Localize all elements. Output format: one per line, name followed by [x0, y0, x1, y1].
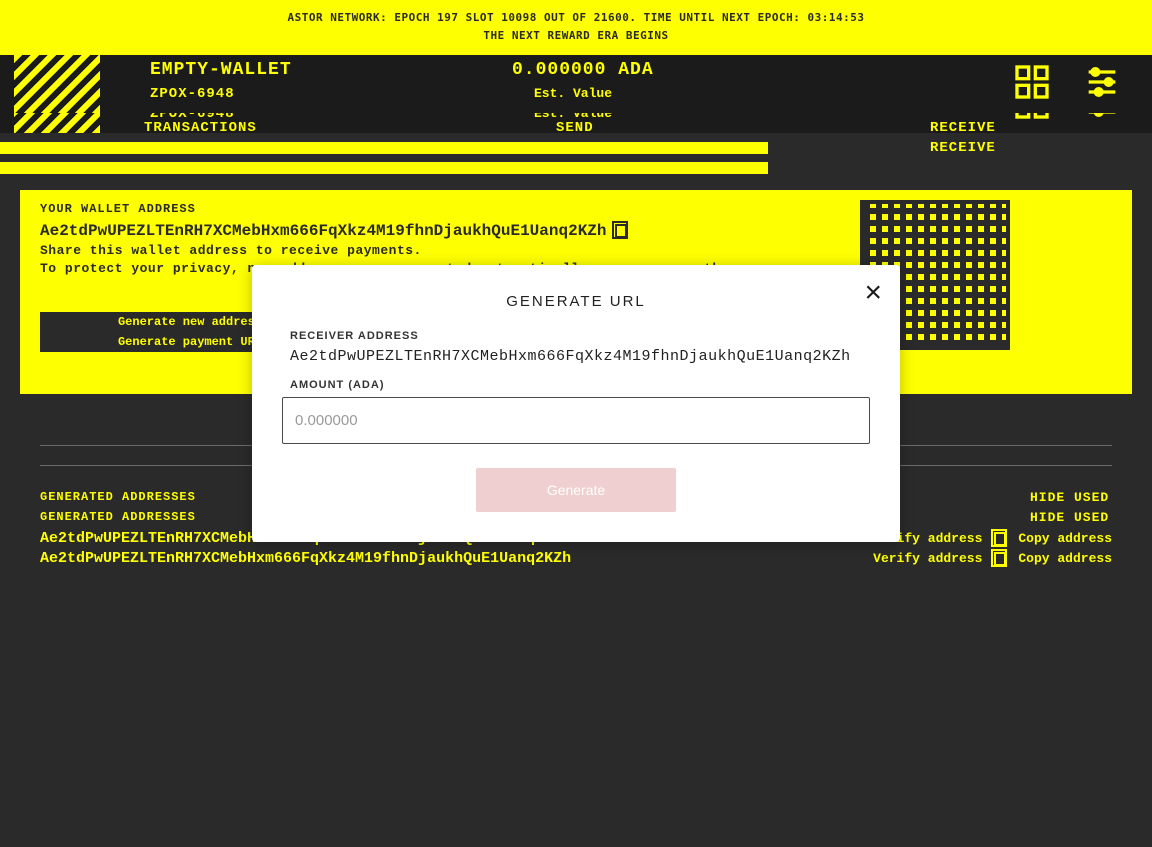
amount-label: AMOUNT (ADA)	[290, 379, 862, 391]
receiver-address: Ae2tdPwUPEZLTEnRH7XCMebHxm666FqXkz4M19fh…	[290, 348, 862, 365]
modal-overlay: × GENERATE URL RECEIVER ADDRESS Ae2tdPwU…	[0, 0, 1152, 847]
modal-title: GENERATE URL	[282, 293, 870, 310]
close-icon[interactable]: ×	[864, 283, 882, 303]
generate-button[interactable]: Generate	[476, 468, 676, 512]
receiver-label: RECEIVER ADDRESS	[290, 330, 862, 342]
generate-url-modal: × GENERATE URL RECEIVER ADDRESS Ae2tdPwU…	[252, 265, 900, 542]
amount-input[interactable]	[282, 397, 870, 444]
